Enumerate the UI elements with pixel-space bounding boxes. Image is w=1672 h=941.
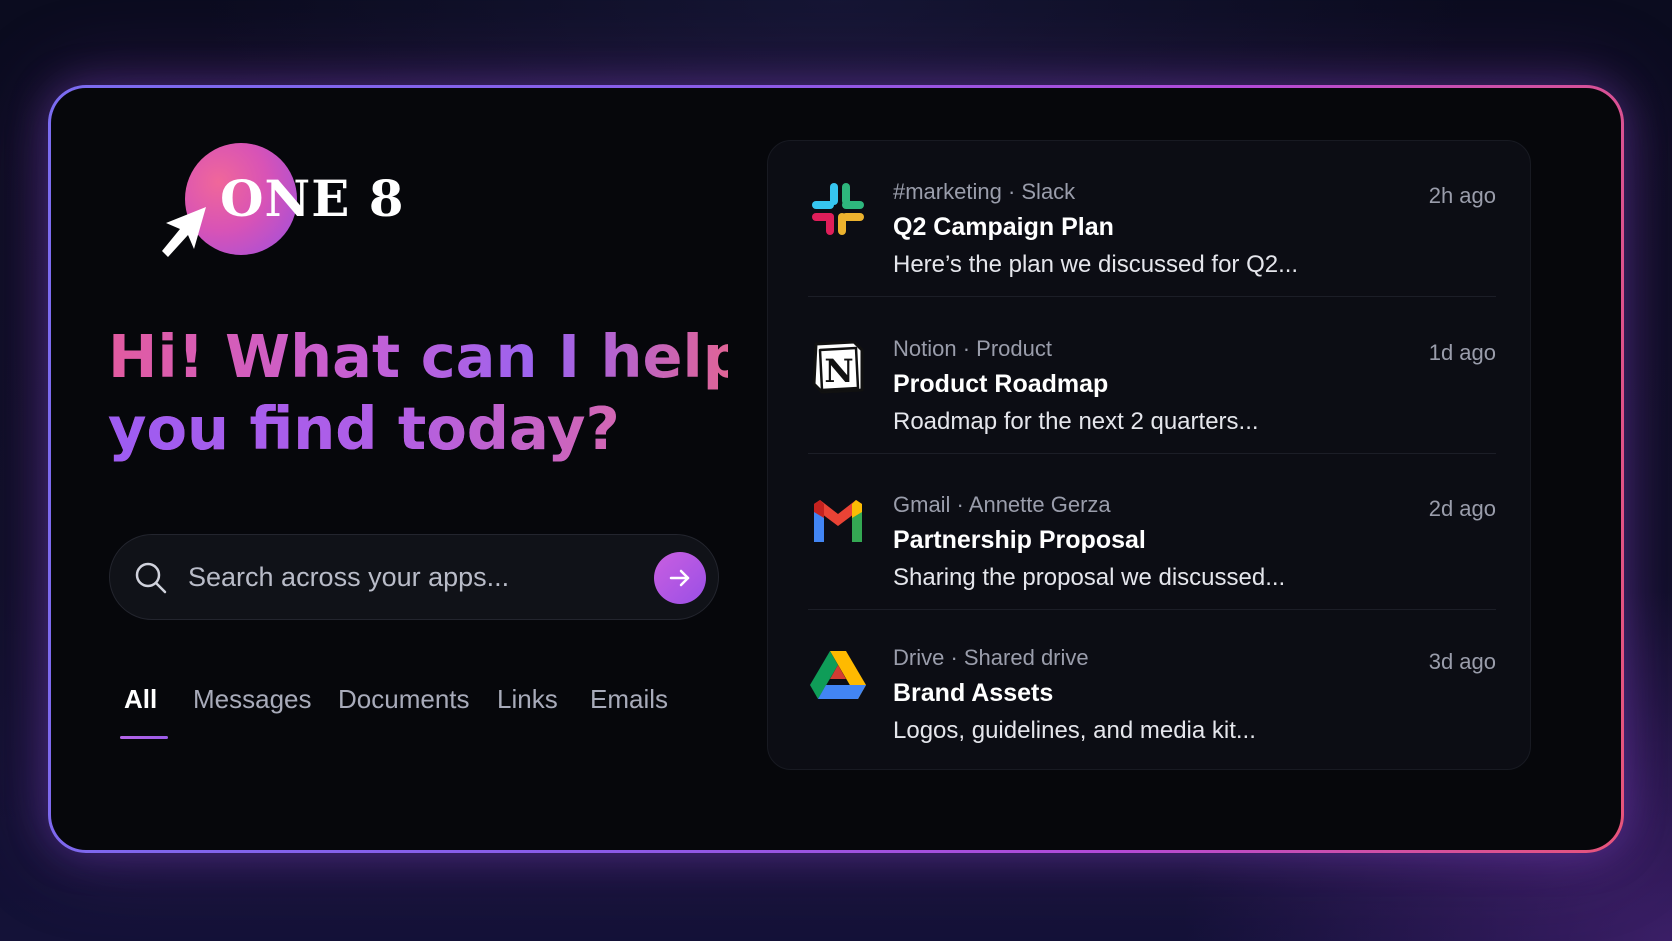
page-title-line1: Hi! What can I help [108, 322, 745, 391]
filter-tabs: All Messages Documents Links Emails [109, 684, 729, 744]
arrow-right-icon [669, 569, 690, 587]
cursor-icon [162, 207, 206, 257]
result-title: Product Roadmap [893, 370, 1109, 398]
result-time: 2h ago [1428, 183, 1496, 208]
search-submit-button[interactable] [654, 552, 706, 604]
brand-logo: ONE 8 [106, 143, 404, 263]
slack-icon [812, 183, 864, 235]
notion-icon: N [812, 340, 864, 394]
page-title: Hi! What can I help you find today? [108, 321, 728, 465]
result-source: #marketing · Slack [893, 179, 1076, 204]
result-title: Partnership Proposal [893, 526, 1146, 554]
tab-messages[interactable]: Messages [193, 684, 312, 715]
page-title-line2: you find today? [108, 393, 728, 465]
result-source: Notion · Product [893, 336, 1052, 361]
result-item[interactable]: Drive · Shared drive Brand Assets Logos,… [768, 607, 1532, 763]
search-bar [109, 534, 719, 620]
tab-links[interactable]: Links [497, 684, 558, 715]
result-snippet: Logos, guidelines, and media kit... [893, 717, 1256, 744]
background: ONE 8 Hi! What can I help you find today… [0, 0, 1672, 941]
result-item[interactable]: N Notion · Product Product Roadmap Roadm… [768, 298, 1532, 454]
result-source: Drive · Shared drive [893, 645, 1089, 670]
results-panel: #marketing · Slack Q2 Campaign Plan Here… [767, 140, 1531, 770]
result-snippet: Here’s the plan we discussed for Q2... [893, 251, 1299, 278]
result-time: 3d ago [1428, 649, 1496, 674]
google-drive-icon [810, 651, 866, 699]
result-snippet: Roadmap for the next 2 quarters... [893, 408, 1259, 435]
divider [808, 296, 1496, 297]
result-item[interactable]: #marketing · Slack Q2 Campaign Plan Here… [768, 141, 1532, 297]
logo-text: ONE 8 [220, 169, 405, 228]
tab-documents[interactable]: Documents [338, 684, 470, 715]
search-icon [135, 562, 167, 594]
tab-emails[interactable]: Emails [590, 684, 668, 715]
result-title: Q2 Campaign Plan [893, 213, 1114, 241]
search-input[interactable] [188, 559, 608, 595]
result-title: Brand Assets [893, 679, 1054, 707]
result-item[interactable]: Gmail · Annette Gerza Partnership Propos… [768, 454, 1532, 610]
result-snippet: Sharing the proposal we discussed... [893, 564, 1286, 591]
main-window: ONE 8 Hi! What can I help you find today… [51, 88, 1621, 850]
result-time: 2d ago [1428, 496, 1496, 521]
svg-text:N: N [824, 352, 853, 390]
result-time: 1d ago [1428, 340, 1496, 365]
active-tab-indicator [120, 736, 168, 739]
main-window-frame: ONE 8 Hi! What can I help you find today… [48, 85, 1624, 853]
gmail-icon [814, 500, 862, 542]
result-source: Gmail · Annette Gerza [893, 492, 1111, 517]
tab-all[interactable]: All [124, 684, 157, 715]
